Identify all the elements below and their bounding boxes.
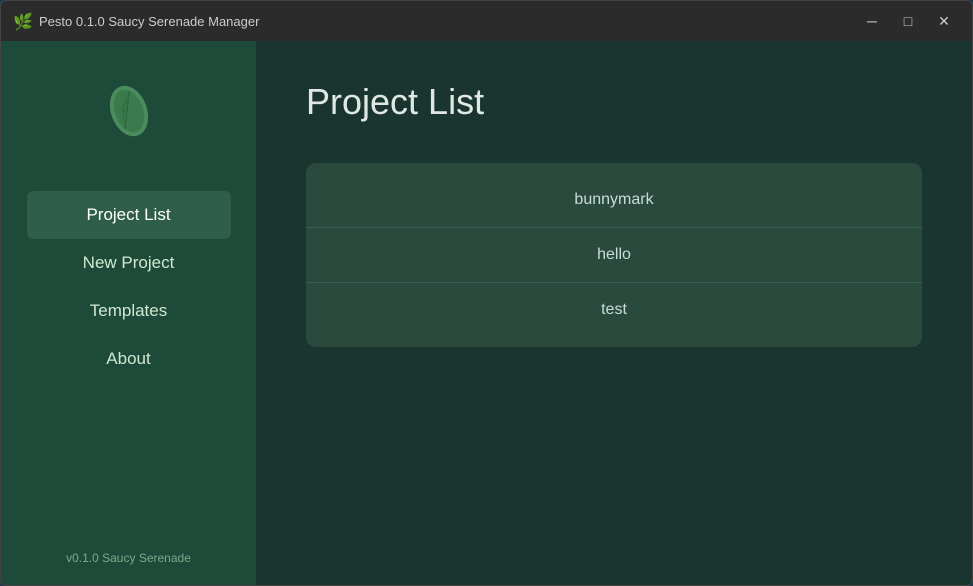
maximize-button[interactable]: □ [892, 7, 924, 35]
project-item-hello[interactable]: hello [306, 228, 922, 283]
project-item-bunnymark[interactable]: bunnymark [306, 173, 922, 228]
sidebar-item-new-project[interactable]: New Project [27, 239, 231, 287]
sidebar: Project List New Project Templates About… [1, 41, 256, 585]
window-controls: ─ □ ✕ [856, 7, 960, 35]
window-title: Pesto 0.1.0 Saucy Serenade Manager [39, 14, 848, 29]
leaf-icon [99, 81, 159, 141]
close-button[interactable]: ✕ [928, 7, 960, 35]
logo [99, 81, 159, 141]
version-label: v0.1.0 Saucy Serenade [66, 551, 191, 565]
minimize-button[interactable]: ─ [856, 7, 888, 35]
project-item-test[interactable]: test [306, 283, 922, 337]
app-window: 🌿 Pesto 0.1.0 Saucy Serenade Manager ─ □… [0, 0, 973, 586]
project-list-container: bunnymark hello test [306, 163, 922, 347]
titlebar: 🌿 Pesto 0.1.0 Saucy Serenade Manager ─ □… [1, 1, 972, 41]
sidebar-item-project-list[interactable]: Project List [27, 191, 231, 239]
sidebar-item-about[interactable]: About [27, 335, 231, 383]
nav-items: Project List New Project Templates About [1, 191, 256, 383]
app-icon: 🌿 [13, 12, 31, 30]
page-title: Project List [306, 81, 922, 123]
sidebar-item-templates[interactable]: Templates [27, 287, 231, 335]
main-panel: Project List bunnymark hello test [256, 41, 972, 585]
main-content: Project List New Project Templates About… [1, 41, 972, 585]
